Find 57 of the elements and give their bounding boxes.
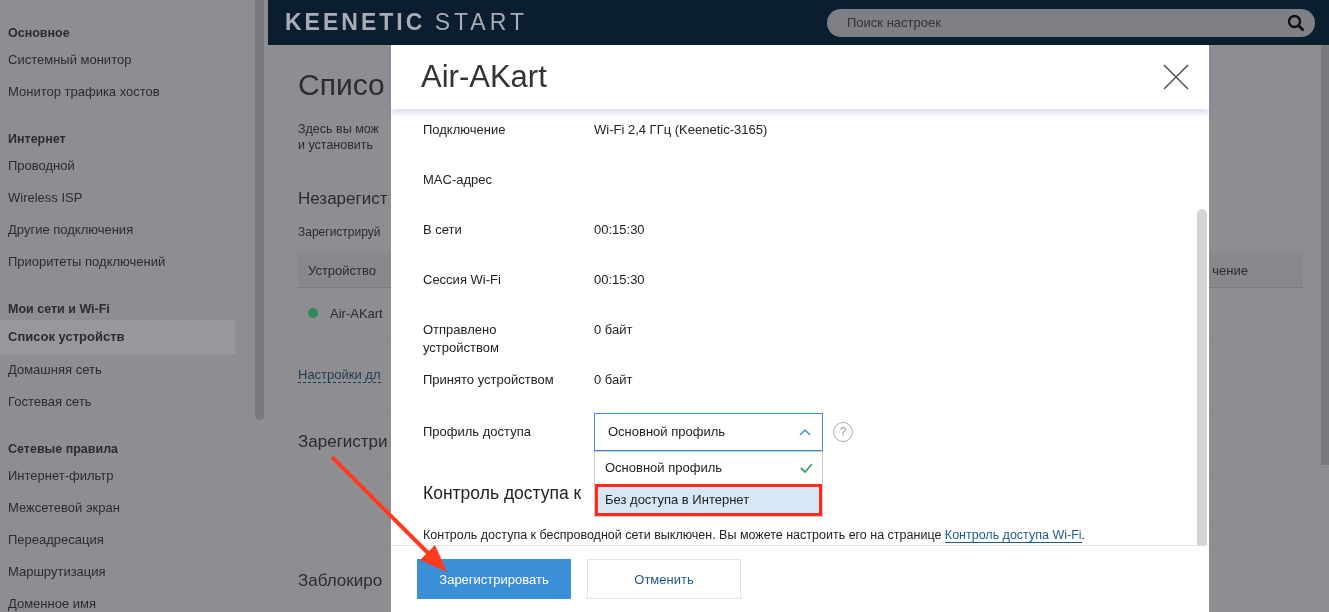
sidebar-item[interactable]: Монитор трафика хостов bbox=[0, 76, 235, 108]
field-value: 00:15:30 bbox=[594, 221, 645, 239]
sidebar-section-title: Интернет bbox=[7, 131, 67, 148]
dialog-title: Air-AKart bbox=[421, 59, 547, 95]
sidebar-item[interactable]: Домашняя сеть bbox=[0, 354, 235, 386]
field-value: Wi-Fi 2,4 ГГц (Keenetic-3165) bbox=[594, 121, 768, 139]
field-label: Отправлено устройством bbox=[423, 321, 500, 357]
sidebar-item[interactable]: Список устройств bbox=[0, 320, 235, 354]
access-control-text: Контроль доступа к беспроводной сети выключен. Вы можете настроить его на странице Контроль доступа Wi-Fi. bbox=[423, 527, 1086, 544]
scrollbar[interactable] bbox=[1321, 45, 1329, 465]
close-icon[interactable] bbox=[1162, 63, 1190, 91]
section-title: Контроль доступа к bbox=[423, 482, 582, 504]
access-control-link[interactable]: Контроль доступа Wi-Fi bbox=[944, 528, 1082, 543]
section-title: Зарегистри bbox=[298, 432, 388, 452]
device-name[interactable]: Air-AKart bbox=[330, 305, 383, 321]
section-title: Незарегист bbox=[298, 189, 388, 209]
column-header: Устройство bbox=[308, 262, 376, 278]
sidebar-item[interactable]: Проводной bbox=[0, 150, 235, 182]
sidebar-section-title: Основное bbox=[7, 25, 71, 42]
field-label: Подключение bbox=[423, 121, 507, 139]
sidebar-item[interactable]: Интернет-фильтр bbox=[0, 460, 235, 492]
dropdown-option[interactable]: Без доступа в Интернет bbox=[595, 484, 822, 516]
sidebar-item[interactable]: Межсетевой экран bbox=[0, 492, 235, 524]
field-value: 0 байт bbox=[594, 321, 633, 339]
sidebar-item[interactable]: Системный монитор bbox=[0, 44, 235, 76]
page-title: Списо bbox=[298, 67, 385, 103]
logo: KEENETIC START bbox=[285, 9, 528, 36]
field-value: 00:15:30 bbox=[594, 271, 645, 289]
field-label: Принято устройством bbox=[423, 371, 555, 389]
register-button[interactable]: Зарегистрировать bbox=[417, 559, 571, 599]
sidebar-item[interactable]: Маршрутизация bbox=[0, 556, 235, 588]
dropdown-option[interactable]: Основной профиль bbox=[595, 452, 822, 484]
caret-icon bbox=[799, 428, 811, 436]
check-icon bbox=[800, 463, 813, 473]
field-value: 0 байт bbox=[594, 371, 633, 389]
field-label: MAC-адрес bbox=[423, 171, 493, 189]
sidebar-item[interactable]: Гостевая сеть bbox=[0, 386, 235, 418]
field-label: В сети bbox=[423, 221, 463, 239]
sidebar-item[interactable]: Wireless ISP bbox=[0, 182, 235, 214]
section-title: Заблокиро bbox=[298, 571, 383, 591]
sidebar-section-title: Сетевые правила bbox=[7, 441, 120, 458]
scrollbar[interactable] bbox=[1197, 209, 1207, 545]
sidebar-item[interactable]: Доменное имя bbox=[0, 588, 235, 612]
column-header: чение bbox=[1212, 262, 1248, 278]
section-hint: Зарегистрируй bbox=[298, 225, 381, 239]
sidebar-item[interactable]: Переадресация bbox=[0, 524, 235, 556]
sidebar-item[interactable]: Другие подключения bbox=[0, 214, 235, 246]
search-icon[interactable] bbox=[1287, 13, 1305, 32]
search-field[interactable]: Поиск настроек bbox=[827, 8, 1315, 37]
cancel-button[interactable]: Отменить bbox=[587, 559, 741, 599]
page-description: Здесь вы мож и установить bbox=[298, 121, 379, 153]
sidebar-item[interactable]: Приоритеты подключений bbox=[0, 246, 235, 278]
settings-link[interactable]: Настройки дл bbox=[298, 367, 381, 383]
profile-select[interactable]: Основной профиль bbox=[594, 413, 823, 451]
field-label: Сессия Wi-Fi bbox=[423, 271, 502, 289]
sidebar-section-title: Мои сети и Wi-Fi bbox=[7, 301, 111, 318]
field-label: Профиль доступа bbox=[423, 423, 532, 441]
